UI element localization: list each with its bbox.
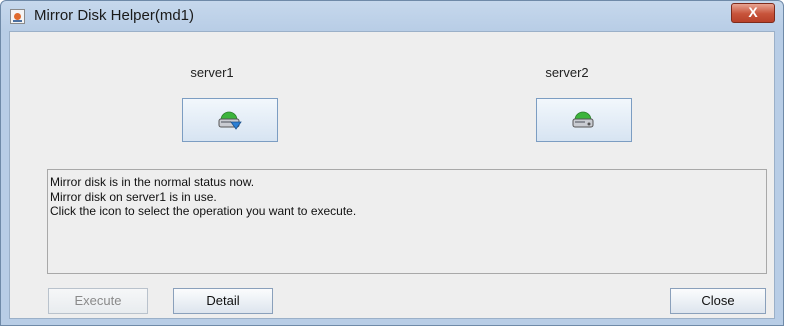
execute-button[interactable]: Execute bbox=[48, 288, 148, 314]
server1-label: server1 bbox=[190, 65, 234, 80]
status-message-line: Mirror disk is in the normal status now. bbox=[50, 175, 255, 189]
mirror-disk-active-icon bbox=[218, 111, 242, 130]
status-message-line: Click the icon to select the operation y… bbox=[50, 204, 357, 218]
server2-label: server2 bbox=[545, 65, 589, 80]
status-message-box: Mirror disk is in the normal status now.… bbox=[47, 169, 767, 274]
mirror-disk-helper-window: Mirror Disk Helper(md1) X server1 server… bbox=[0, 0, 784, 326]
server2-disk-button[interactable] bbox=[536, 98, 632, 142]
window-close-button[interactable]: X bbox=[731, 3, 775, 23]
window-title: Mirror Disk Helper(md1) bbox=[34, 7, 195, 24]
dialog-content: server1 server2 Mirror disk is in the no… bbox=[9, 31, 775, 319]
close-button[interactable]: Close bbox=[670, 288, 766, 314]
detail-button[interactable]: Detail bbox=[173, 288, 273, 314]
java-app-icon bbox=[10, 9, 25, 24]
status-message-line: Mirror disk on server1 is in use. bbox=[50, 189, 217, 204]
server1-disk-button[interactable] bbox=[182, 98, 278, 142]
title-bar[interactable]: Mirror Disk Helper(md1) X bbox=[1, 1, 783, 31]
mirror-disk-icon bbox=[572, 111, 594, 128]
